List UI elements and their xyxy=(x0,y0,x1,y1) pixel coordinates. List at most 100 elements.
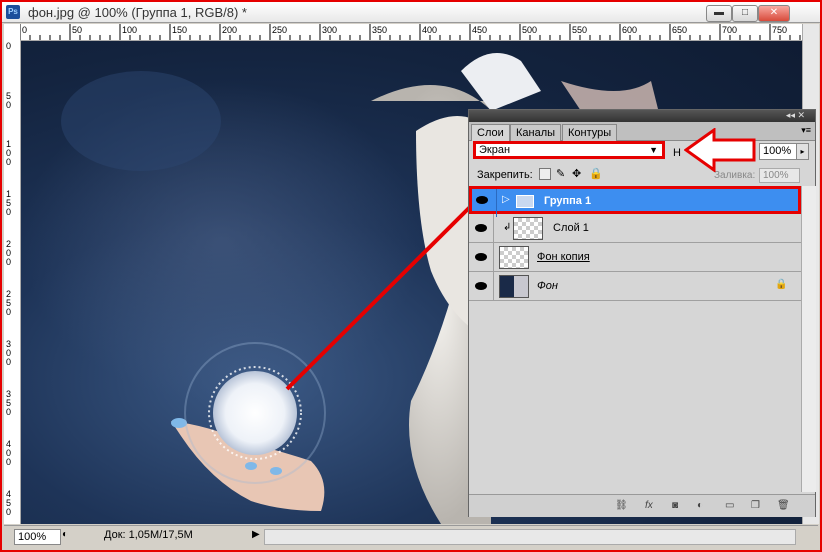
layers-panel: ◂◂ ✕ Слои Каналы Контуры ▾≡ Экран ▼ Н 10… xyxy=(468,109,816,517)
ruler-label: 1 0 0 xyxy=(6,139,12,167)
ruler-label: 550 xyxy=(572,25,588,35)
eye-icon xyxy=(475,282,487,290)
lock-move-icon[interactable]: ✥ xyxy=(572,167,581,180)
visibility-toggle[interactable] xyxy=(469,243,494,271)
opacity-label: Н xyxy=(673,147,681,159)
crown-shape xyxy=(461,53,541,111)
tab-paths[interactable]: Контуры xyxy=(562,124,618,141)
link-layers-icon[interactable]: ⛓ xyxy=(615,500,628,511)
snowball xyxy=(213,371,297,455)
layer-thumbnail xyxy=(499,275,529,298)
eye-icon xyxy=(475,224,487,232)
blend-mode-select[interactable]: Экран ▼ xyxy=(473,141,665,159)
lock-transparency-icon[interactable] xyxy=(539,168,551,180)
panel-header[interactable]: ◂◂ ✕ xyxy=(469,110,815,122)
layers-scrollbar[interactable] xyxy=(801,186,816,492)
background-tree-shape xyxy=(61,71,221,171)
lock-all-icon[interactable]: 🔒 xyxy=(589,167,603,180)
maximize-button[interactable]: □ xyxy=(732,5,758,22)
ruler-label: 450 xyxy=(472,25,488,35)
folder-icon xyxy=(516,195,534,208)
ruler-label: 650 xyxy=(672,25,688,35)
document-size-info: Док: 1,05M/17,5M xyxy=(104,529,193,541)
lock-row: Закрепить: ✎ ✥ 🔒 Заливка: 100% xyxy=(469,167,815,183)
ruler-label: 0 xyxy=(6,41,12,51)
tab-layers[interactable]: Слои xyxy=(471,124,510,141)
layer-row-group[interactable]: ▷ Группа 1 xyxy=(469,186,801,217)
clipping-arrow-icon: ↲ xyxy=(503,222,512,233)
zoom-field[interactable]: 100% xyxy=(14,529,61,545)
ruler-label: 2 0 0 xyxy=(6,239,12,267)
lock-label: Закрепить: xyxy=(477,169,533,181)
ruler-label: 3 5 0 xyxy=(6,389,12,417)
panel-collapse-icon[interactable]: ◂◂ ✕ xyxy=(786,110,805,121)
ruler-label: 5 0 xyxy=(6,91,12,110)
visibility-toggle[interactable] xyxy=(469,214,494,242)
panel-menu-icon[interactable]: ▾≡ xyxy=(801,125,811,136)
layer-name[interactable]: Фон копия xyxy=(537,251,590,263)
blend-mode-value: Экран xyxy=(479,144,511,156)
lock-icon: 🔒 xyxy=(775,279,788,290)
status-bar: 100% ◐ Док: 1,05M/17,5M ▶ xyxy=(4,525,818,546)
close-button[interactable]: ✕ xyxy=(758,5,790,22)
fingernail xyxy=(245,462,257,470)
layer-thumbnail xyxy=(499,246,529,269)
fingernail xyxy=(270,467,282,475)
add-mask-icon[interactable]: ◙ xyxy=(672,500,678,511)
layers-list: ▷ Группа 1 ↲ Слой 1 Фон копия Фон 🔒 xyxy=(469,186,801,486)
new-layer-icon[interactable]: ❐ xyxy=(751,500,760,511)
visibility-toggle[interactable] xyxy=(472,189,497,217)
dropdown-arrow-icon: ▼ xyxy=(649,145,658,155)
ruler-label: 2 5 0 xyxy=(6,289,12,317)
photoshop-icon: Ps xyxy=(6,5,20,19)
layer-row[interactable]: ↲ Слой 1 xyxy=(469,214,801,243)
minimize-button[interactable]: ▬ xyxy=(706,5,732,22)
ruler-label: 600 xyxy=(622,25,638,35)
annotation-arrow xyxy=(684,128,756,172)
panel-tabs: Слои Каналы Контуры ▾≡ xyxy=(469,122,815,141)
horizontal-scrollbar[interactable] xyxy=(264,529,796,545)
ruler-label: 4 0 0 xyxy=(6,439,12,467)
ruler-label: 350 xyxy=(372,25,388,35)
ruler-label: 200 xyxy=(222,25,238,35)
layer-style-icon[interactable]: fx xyxy=(645,500,653,511)
opacity-field[interactable]: 100% xyxy=(759,143,800,160)
vertical-ruler[interactable]: 0 5 0 1 0 0 1 5 0 2 0 0 2 5 0 3 0 0 3 5 … xyxy=(4,40,21,524)
lock-brush-icon[interactable]: ✎ xyxy=(556,167,565,180)
opacity-slider-button[interactable]: ▸ xyxy=(796,143,809,160)
ruler-label: 100 xyxy=(122,25,138,35)
ruler-label: 0 xyxy=(22,25,28,35)
layer-name[interactable]: Слой 1 xyxy=(553,222,589,234)
horizontal-ruler[interactable]: 0 50 100 150 200 250 300 350 400 450 500… xyxy=(20,24,802,41)
ruler-corner[interactable] xyxy=(4,24,21,41)
tab-channels[interactable]: Каналы xyxy=(510,124,562,141)
ruler-label: 150 xyxy=(172,25,188,35)
panel-footer: ⛓ fx ◙ ◐ ▭ ❐ 🗑 xyxy=(469,494,815,517)
ruler-label: 1 5 0 xyxy=(6,189,12,217)
eye-icon xyxy=(476,196,488,204)
delete-layer-icon[interactable]: 🗑 xyxy=(777,500,790,511)
ruler-label: 700 xyxy=(722,25,738,35)
ruler-label: 3 0 0 xyxy=(6,339,12,367)
status-arrow-icon[interactable]: ▶ xyxy=(252,529,260,540)
eye-icon xyxy=(475,253,487,261)
layer-name[interactable]: Группа 1 xyxy=(544,195,591,207)
new-group-icon[interactable]: ▭ xyxy=(725,500,734,511)
layer-name[interactable]: Фон xyxy=(537,280,558,292)
document-title-bar[interactable]: Ps фон.jpg @ 100% (Группа 1, RGB/8) * ▬ … xyxy=(2,2,820,23)
layer-row[interactable]: Фон 🔒 xyxy=(469,272,801,301)
visibility-toggle[interactable] xyxy=(469,272,494,300)
ruler-label: 250 xyxy=(272,25,288,35)
document-title: фон.jpg @ 100% (Группа 1, RGB/8) * xyxy=(28,5,247,20)
status-info-icon[interactable]: ◐ xyxy=(62,529,68,540)
ruler-label: 500 xyxy=(522,25,538,35)
ruler-label: 50 xyxy=(72,25,83,35)
layer-row[interactable]: Фон копия xyxy=(469,243,801,272)
expand-arrow-icon[interactable]: ▷ xyxy=(502,194,510,205)
fill-field[interactable]: 100% xyxy=(759,168,800,183)
adjustment-layer-icon[interactable]: ◐ xyxy=(697,500,703,511)
ruler-label: 300 xyxy=(322,25,338,35)
ruler-label: 400 xyxy=(422,25,438,35)
layer-thumbnail xyxy=(513,217,543,240)
ruler-label: 4 5 0 xyxy=(6,489,12,517)
